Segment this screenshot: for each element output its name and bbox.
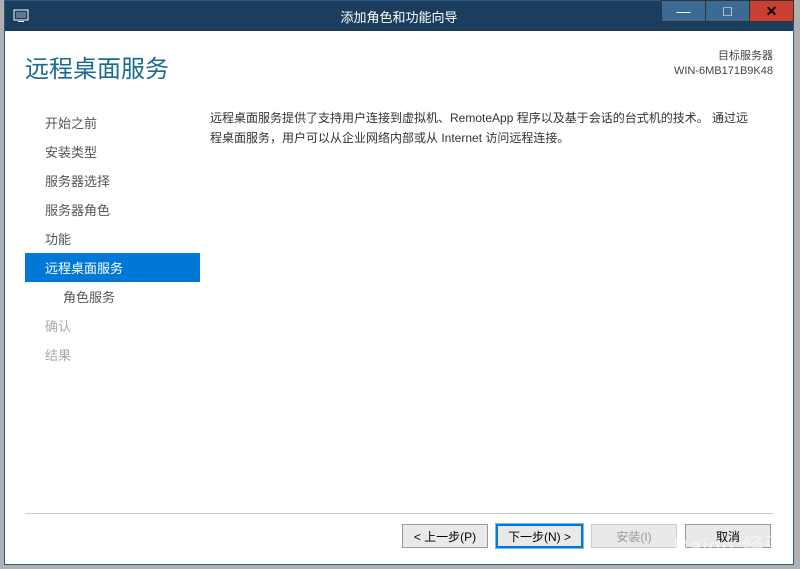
description-text: 远程桌面服务提供了支持用户连接到虚拟机、RemoteApp 程序以及基于会话的台… — [200, 108, 773, 369]
sidebar-item-results: 结果 — [25, 340, 200, 369]
close-button[interactable]: ✕ — [749, 0, 794, 22]
content-area: 远程桌面服务 目标服务器 WIN-6MB171B9K48 开始之前 安装类型 服… — [5, 31, 793, 564]
next-button[interactable]: 下一步(N) > — [496, 524, 583, 548]
titlebar: 添加角色和功能向导 — □ ✕ — [5, 1, 793, 31]
minimize-button[interactable]: — — [661, 0, 706, 22]
window-title: 添加角色和功能向导 — [340, 7, 457, 26]
sidebar-item-rds[interactable]: 远程桌面服务 — [25, 253, 200, 282]
sidebar-item-features[interactable]: 功能 — [25, 224, 200, 253]
install-button: 安装(I) — [591, 524, 677, 548]
maximize-button[interactable]: □ — [705, 0, 750, 22]
divider — [25, 513, 773, 514]
sidebar-item-before-you-begin[interactable]: 开始之前 — [25, 108, 200, 137]
page-header: 远程桌面服务 目标服务器 WIN-6MB171B9K48 — [25, 49, 773, 96]
main-body: 开始之前 安装类型 服务器选择 服务器角色 功能 远程桌面服务 角色服务 确认 … — [25, 108, 773, 369]
sidebar-item-server-roles[interactable]: 服务器角色 — [25, 195, 200, 224]
target-server: 目标服务器 WIN-6MB171B9K48 — [674, 49, 773, 80]
button-row: < 上一步(P) 下一步(N) > 安装(I) 取消 — [402, 524, 771, 548]
sidebar-item-server-selection[interactable]: 服务器选择 — [25, 166, 200, 195]
previous-button[interactable]: < 上一步(P) — [402, 524, 488, 548]
cancel-button[interactable]: 取消 — [685, 524, 771, 548]
sidebar-item-role-services[interactable]: 角色服务 — [25, 282, 200, 311]
page-title: 远程桌面服务 — [25, 49, 169, 84]
target-server-name: WIN-6MB171B9K48 — [674, 64, 773, 79]
window-controls: — □ ✕ — [661, 1, 793, 31]
wizard-window: 添加角色和功能向导 — □ ✕ 远程桌面服务 目标服务器 WIN-6MB171B… — [4, 0, 794, 565]
sidebar-item-install-type[interactable]: 安装类型 — [25, 137, 200, 166]
target-server-label: 目标服务器 — [674, 49, 773, 64]
app-icon — [13, 8, 29, 24]
sidebar: 开始之前 安装类型 服务器选择 服务器角色 功能 远程桌面服务 角色服务 确认 … — [25, 108, 200, 369]
sidebar-item-confirm: 确认 — [25, 311, 200, 340]
